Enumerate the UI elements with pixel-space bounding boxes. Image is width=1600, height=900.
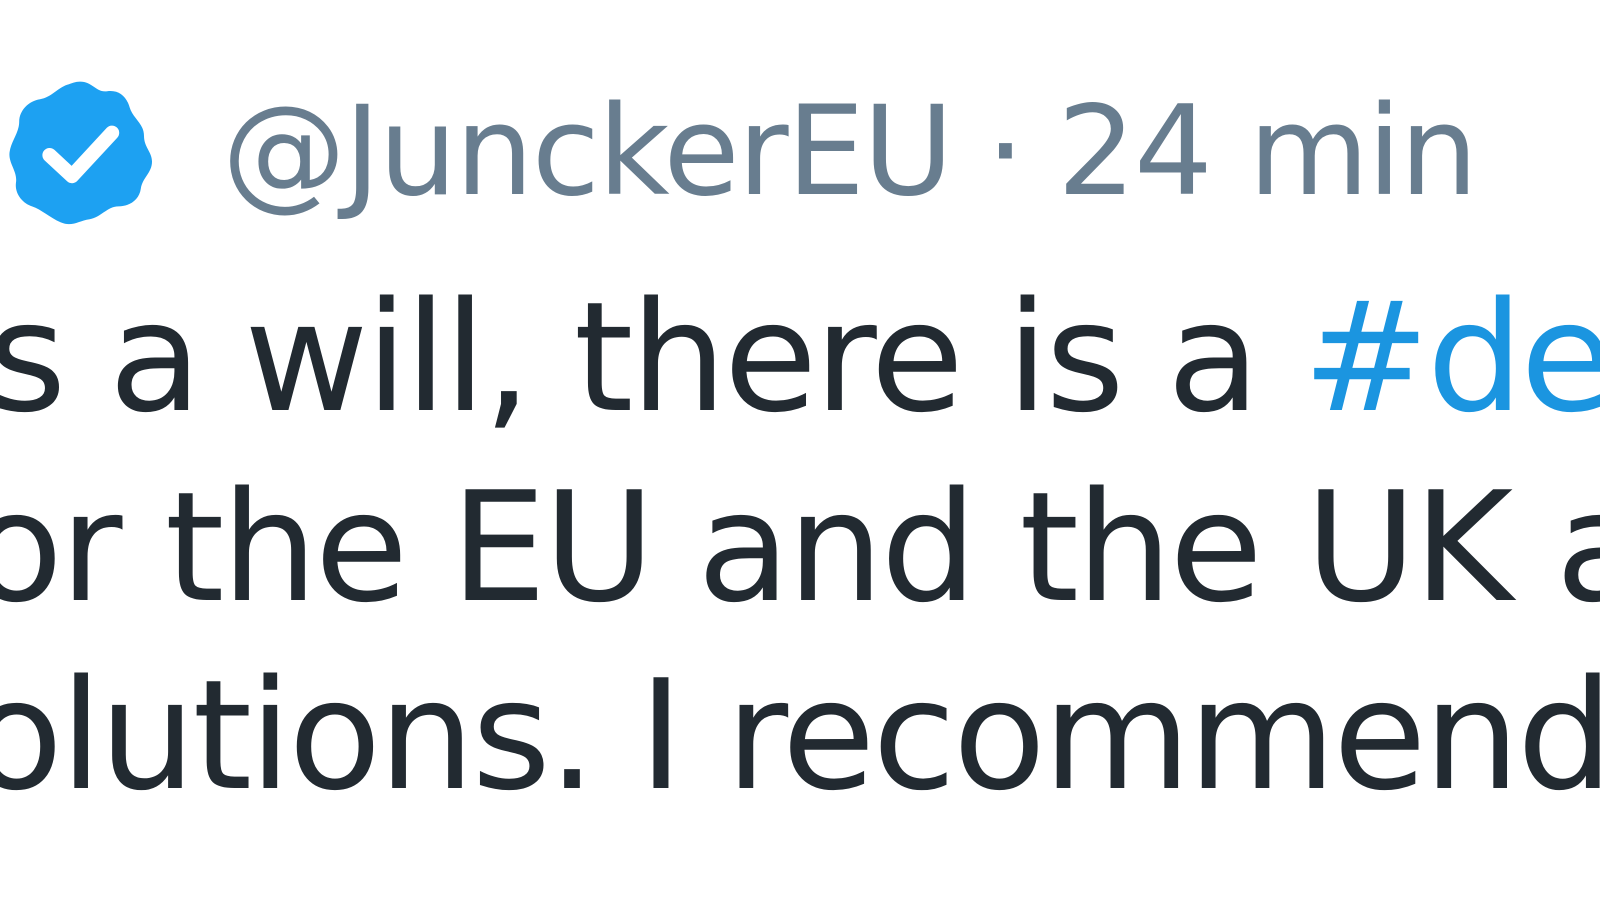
tweet-text-line: or the EU and the UK and <box>0 459 1600 636</box>
tweet-text-line: olutions. I recommend th <box>0 647 1600 824</box>
tweet-card: @JunckerEU · 24 min is a will, there is a … <box>0 0 1600 900</box>
tweet-timestamp-link[interactable]: 24 min <box>1057 80 1478 224</box>
tweet-text-segment: is a will, there is a <box>0 269 1303 446</box>
verified-badge-icon <box>0 72 160 232</box>
meta-separator: · <box>985 79 1025 224</box>
tweet-meta: @JunckerEU · 24 min <box>222 90 1478 214</box>
author-handle-link[interactable]: @JunckerEU <box>222 80 954 224</box>
hashtag-deal-link[interactable]: #deal <box>1302 269 1600 446</box>
tweet-header: @JunckerEU · 24 min <box>0 64 1478 239</box>
tweet-text-line: is a will, there is a #deal <box>0 282 1600 434</box>
